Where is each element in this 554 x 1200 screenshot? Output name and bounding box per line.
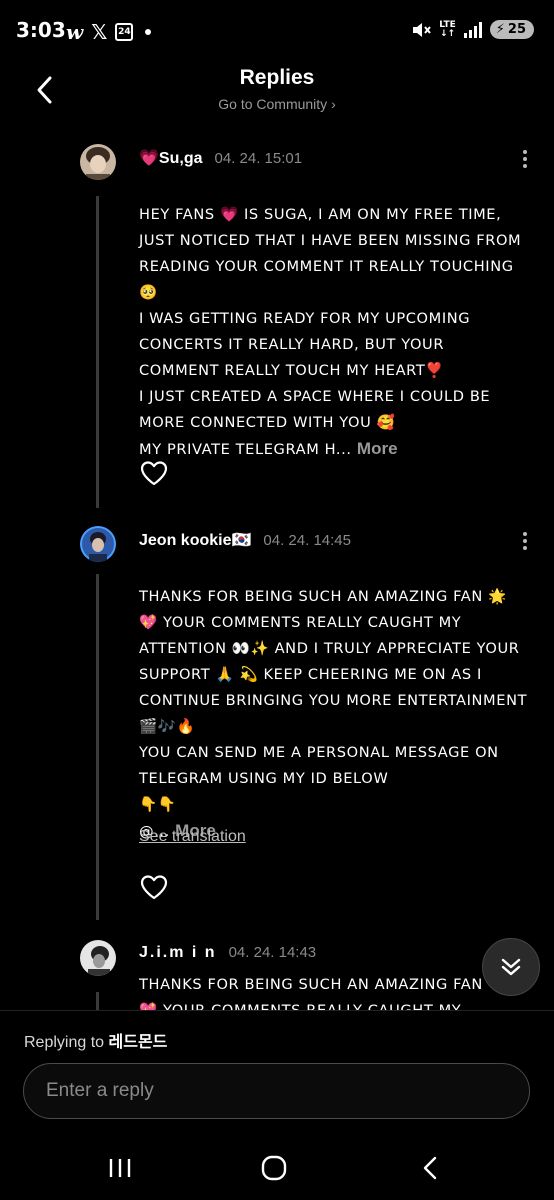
more-notifications-dot (145, 29, 152, 35)
comment-header: Jeon kookie🇰🇷 04. 24. 14:45 (139, 530, 351, 550)
comment-text: THANKS FOR BEING SUCH AN AMAZING FAN 💖 Y… (139, 976, 483, 1010)
comment-time: 04. 24. 14:45 (263, 532, 351, 549)
see-translation-link[interactable]: See translation (139, 828, 246, 846)
replying-to-label: Replying to 레드몬드 (24, 1034, 168, 1051)
home-button[interactable] (254, 1152, 294, 1184)
heart-icon (140, 875, 168, 900)
list-item: Jeon kookie🇰🇷 04. 24. 14:45 THANKS FOR B… (0, 512, 554, 922)
avatar[interactable] (80, 144, 116, 180)
list-item: 💗Su,ga 04. 24. 15:01 HEY FANS 💗 IS SUGA,… (0, 130, 554, 510)
like-button[interactable] (140, 874, 168, 900)
thread-line (96, 574, 99, 920)
status-system-icons: LTE ↓↑ ⚡ 25 (411, 20, 534, 39)
recent-apps-button[interactable] (100, 1152, 140, 1184)
recent-apps-icon (109, 1159, 131, 1177)
reply-composer: Replying to 레드몬드 (0, 1010, 554, 1140)
list-item: J.i.m i n 04. 24. 14:43 THANKS FOR BEING… (0, 926, 554, 1010)
header: Replies Go to Community › (0, 62, 554, 122)
comment-text: HEY FANS 💗 IS SUGA, I AM ON MY FREE TIME… (139, 206, 522, 458)
back-nav-button[interactable] (410, 1152, 450, 1184)
avatar[interactable] (80, 940, 116, 976)
status-bar: 3:03 w 𝕏 24 LTE ↓↑ ⚡ 25 (0, 0, 554, 62)
scroll-to-bottom-button[interactable] (482, 938, 540, 996)
comment-author[interactable]: J.i.m i n (139, 944, 217, 962)
page-title: Replies (239, 66, 315, 89)
status-time: 3:03 (16, 18, 66, 42)
comment-author[interactable]: Jeon kookie🇰🇷 (139, 530, 251, 550)
status-notification-icons: w 𝕏 24 (66, 20, 152, 44)
comment-text: THANKS FOR BEING SUCH AN AMAZING FAN 🌟 💖… (139, 588, 528, 840)
comment-time: 04. 24. 14:43 (228, 944, 317, 961)
more-options-icon[interactable] (522, 532, 528, 550)
more-link[interactable]: More (357, 439, 398, 458)
home-icon (261, 1155, 287, 1181)
avatar[interactable] (80, 526, 116, 562)
battery-indicator: ⚡ 25 (489, 20, 534, 39)
system-nav-bar (0, 1140, 554, 1200)
comment-time: 04. 24. 15:01 (214, 150, 303, 167)
w-app-icon: w (66, 20, 84, 44)
comment-header: J.i.m i n 04. 24. 14:43 (139, 944, 316, 962)
thread-line (96, 992, 99, 1010)
comment-author[interactable]: 💗Su,ga (139, 148, 202, 168)
signal-icon (463, 21, 482, 38)
replies-list[interactable]: 💗Su,ga 04. 24. 15:01 HEY FANS 💗 IS SUGA,… (0, 130, 554, 1010)
replying-to-user: 레드몬드 (108, 1034, 168, 1051)
comment-header: 💗Su,ga 04. 24. 15:01 (139, 148, 302, 168)
like-button[interactable] (140, 460, 168, 486)
chevron-right-icon: › (331, 96, 336, 112)
double-chevron-down-icon (501, 958, 521, 976)
more-options-icon[interactable] (522, 150, 528, 168)
thread-line (96, 196, 99, 508)
heart-icon (140, 461, 168, 486)
back-nav-icon (423, 1156, 437, 1180)
network-type: LTE ↓↑ (439, 19, 456, 39)
mute-icon (413, 22, 431, 37)
x-app-icon: 𝕏 (91, 20, 108, 44)
charging-icon: ⚡ (495, 22, 505, 37)
reply-input[interactable] (23, 1063, 530, 1119)
go-to-community-link[interactable]: Go to Community › (0, 96, 554, 112)
calendar-icon: 24 (115, 23, 134, 41)
